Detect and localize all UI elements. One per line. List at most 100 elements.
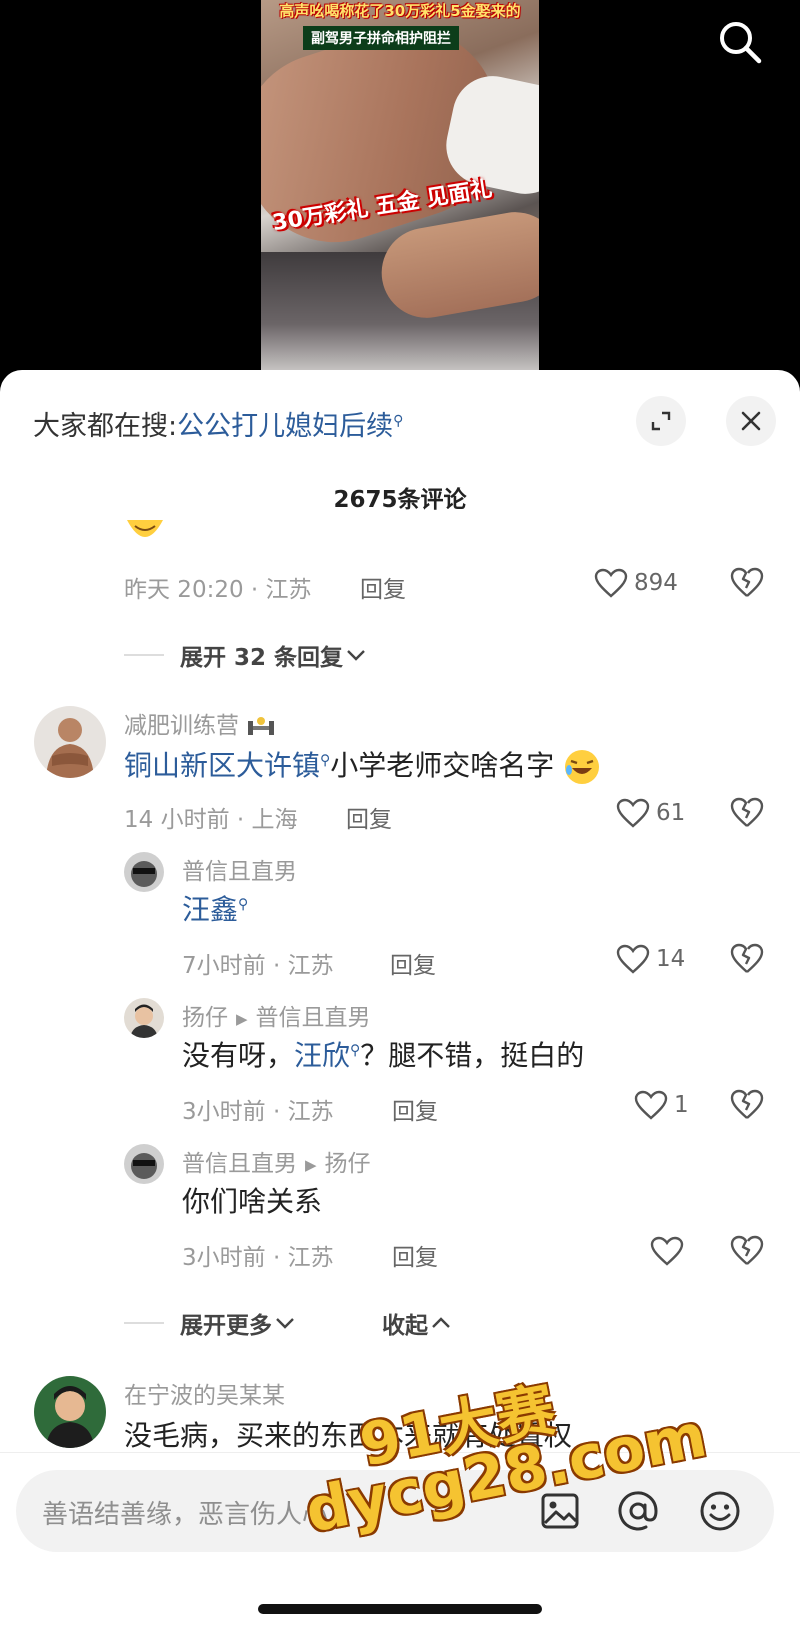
comment-username[interactable]: 减肥训练营 <box>124 706 276 740</box>
avatar[interactable] <box>34 1376 106 1448</box>
avatar-image <box>124 998 164 1038</box>
search-small-icon: ⚲ <box>393 413 404 429</box>
emoji-button[interactable] <box>696 1487 744 1535</box>
heart-icon <box>594 568 628 598</box>
search-small-icon: ⚲ <box>238 896 249 913</box>
dislike-button[interactable] <box>730 796 764 832</box>
chevron-down-icon <box>276 1318 294 1329</box>
video-caption-mid: 副驾男子拼命相护阻拦 <box>303 26 459 50</box>
comment-time-location: 昨天 20:20 · 江苏 <box>124 577 312 603</box>
comment-time-location: 14 小时前 · 上海 <box>124 807 298 833</box>
like-button[interactable]: 1 <box>634 1090 689 1120</box>
avatar-image <box>124 1144 164 1184</box>
comment-username[interactable]: 在宁波的吴某某 <box>124 1376 285 1410</box>
heart-icon <box>616 944 650 974</box>
username-text: 减肥训练营 <box>124 713 239 739</box>
reply-button[interactable]: 回复 <box>390 946 436 980</box>
reply-time-location: 7小时前 · 江苏 <box>182 953 334 979</box>
reply-button[interactable]: 回复 <box>360 570 406 604</box>
like-button[interactable]: 14 <box>616 944 685 974</box>
avatar[interactable] <box>124 998 164 1038</box>
reply-username-line: 普信且直男 ▶ 扬仔 <box>182 1144 371 1178</box>
reply-button[interactable]: 回复 <box>392 1238 438 1272</box>
dumbbell-icon <box>248 716 275 735</box>
suggestion-keyword[interactable]: 公公打儿媳妇后续 <box>177 411 393 442</box>
search-button[interactable] <box>716 18 764 66</box>
expand-more-label: 展开更多 <box>180 1313 272 1339</box>
reply-username[interactable]: 普信且直男 <box>182 852 297 886</box>
heart-icon <box>634 1090 668 1120</box>
comment-keyword-link[interactable]: 汪鑫 <box>182 893 238 926</box>
broken-heart-icon <box>730 1089 764 1119</box>
heart-icon <box>616 798 650 828</box>
avatar-image <box>34 706 106 778</box>
broken-heart-icon <box>730 1235 764 1265</box>
collapse-label: 收起 <box>382 1313 428 1339</box>
reply-button[interactable]: 回复 <box>392 1092 438 1126</box>
dislike-button[interactable] <box>730 942 764 978</box>
reply-username[interactable]: 扬仔 <box>182 1005 228 1031</box>
search-icon <box>720 22 762 64</box>
heart-icon <box>650 1236 684 1266</box>
broken-heart-icon <box>730 797 764 827</box>
emoji-icon <box>127 520 163 537</box>
broken-heart-icon <box>730 943 764 973</box>
reply-to-arrow-icon: ▶ <box>305 1155 317 1174</box>
fullscreen-button[interactable] <box>636 396 686 446</box>
reply-time-location: 3小时前 · 江苏 <box>182 1245 334 1271</box>
search-suggestion[interactable]: 大家都在搜:公公打儿媳妇后续⚲ <box>33 404 403 443</box>
video-player[interactable]: 高声吆喝称花了30万彩礼5金娶来的 副驾男子拼命相护阻拦 30万彩礼 五金 见面… <box>0 0 800 400</box>
smile-icon <box>700 1491 740 1531</box>
expand-replies-label: 展开 32 条回复 <box>180 645 344 671</box>
reply-text: 汪鑫⚲ <box>182 888 248 928</box>
avatar[interactable] <box>124 1144 164 1184</box>
like-button[interactable]: 894 <box>594 568 678 598</box>
divider-line <box>124 1322 164 1324</box>
comment-keyword-link[interactable]: 铜山新区大许镇 <box>124 749 320 782</box>
comment-input-placeholder: 善语结善缘，恶言伤人心 <box>42 1500 329 1530</box>
reply-text: 你们啥关系 <box>182 1185 323 1218</box>
like-count: 1 <box>674 1092 689 1118</box>
expand-icon <box>651 411 671 431</box>
close-button[interactable] <box>726 396 776 446</box>
like-button[interactable] <box>650 1236 690 1266</box>
reply-username-line: 扬仔 ▶ 普信且直男 <box>182 998 371 1032</box>
close-icon <box>741 411 761 431</box>
reply-text-prefix: 没有呀， <box>182 1039 295 1072</box>
chevron-down-icon <box>347 650 365 661</box>
video-caption-top: 高声吆喝称花了30万彩礼5金娶来的 <box>279 2 521 20</box>
expand-replies-button[interactable]: 展开 32 条回复 <box>124 638 369 672</box>
suggestion-prefix: 大家都在搜: <box>33 411 178 442</box>
dislike-button[interactable] <box>730 566 764 602</box>
reply-time-location: 3小时前 · 江苏 <box>182 1099 334 1125</box>
search-small-icon: ⚲ <box>320 752 331 769</box>
collapse-button[interactable]: 收起 <box>382 1306 454 1340</box>
like-button[interactable]: 61 <box>616 798 685 828</box>
dislike-button[interactable] <box>730 1234 764 1270</box>
chevron-up-icon <box>432 1317 450 1328</box>
reply-to-username[interactable]: 普信且直男 <box>256 1005 371 1031</box>
search-small-icon: ⚲ <box>350 1042 361 1059</box>
divider-line <box>124 654 164 656</box>
avatar[interactable] <box>34 706 106 778</box>
reply-username[interactable]: 普信且直男 <box>182 1151 297 1177</box>
broken-heart-icon <box>730 567 764 597</box>
avatar-image <box>124 852 164 892</box>
like-count: 894 <box>634 570 678 596</box>
like-count: 14 <box>656 946 686 972</box>
dislike-button[interactable] <box>730 1088 764 1124</box>
like-count: 61 <box>656 800 686 826</box>
reply-to-username[interactable]: 扬仔 <box>325 1151 371 1177</box>
expand-more-button[interactable]: 展开更多 <box>124 1306 298 1340</box>
reply-button[interactable]: 回复 <box>346 800 392 834</box>
comment-text: 铜山新区大许镇⚲小学老师交啥名字 <box>124 744 601 786</box>
video-frame[interactable]: 高声吆喝称花了30万彩礼5金娶来的 副驾男子拼命相护阻拦 30万彩礼 五金 见面… <box>261 0 539 372</box>
comment-keyword-link[interactable]: 汪欣 <box>294 1039 350 1072</box>
home-indicator[interactable] <box>258 1604 542 1614</box>
comment-count: 2675条评论 <box>333 487 467 513</box>
laughing-emoji-icon <box>565 750 600 784</box>
at-icon <box>618 1491 658 1531</box>
reply-text: 没有呀，汪欣⚲？腿不错，挺白的 <box>182 1034 584 1074</box>
avatar[interactable] <box>124 852 164 892</box>
mention-button[interactable] <box>614 1487 662 1535</box>
